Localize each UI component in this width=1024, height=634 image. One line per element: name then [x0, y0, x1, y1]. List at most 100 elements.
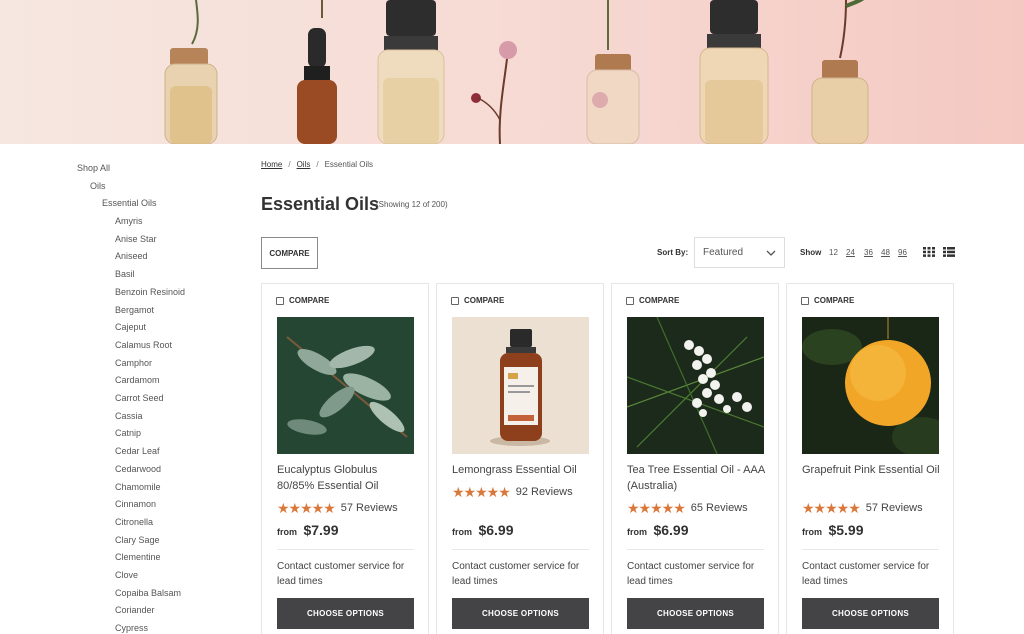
compare-label: COMPARE: [639, 296, 680, 305]
product-price: from $6.99: [452, 522, 514, 540]
lead-time-note: Contact customer service for lead times: [802, 561, 930, 587]
review-count[interactable]: 65 Reviews: [691, 502, 748, 514]
sidebar-item-camphor[interactable]: Camphor: [115, 358, 152, 368]
compare-checkbox[interactable]: COMPARE: [276, 296, 329, 305]
show-option-96[interactable]: 96: [898, 248, 907, 257]
divider: [452, 549, 589, 550]
product-name[interactable]: Grapefruit Pink Essential Oil: [802, 462, 942, 478]
grapefruit-image: [802, 317, 939, 454]
lead-time-note: Contact customer service for lead times: [627, 561, 755, 587]
star-rating-icon: ★★★★★: [452, 484, 511, 500]
sidebar-item-amyris[interactable]: Amyris: [115, 216, 143, 226]
choose-options-button[interactable]: CHOOSE OPTIONS: [627, 598, 764, 629]
show-option-36[interactable]: 36: [864, 248, 873, 257]
product-name[interactable]: Tea Tree Essential Oil - AAA (Australia): [627, 462, 767, 494]
product-rating: ★★★★★ 65 Reviews: [627, 501, 748, 515]
compare-checkbox[interactable]: COMPARE: [801, 296, 854, 305]
bottle-illustration: [377, 0, 445, 144]
sidebar-item-coriander[interactable]: Coriander: [115, 605, 155, 615]
product-name[interactable]: Lemongrass Essential Oil: [452, 462, 592, 478]
sidebar-item-oils[interactable]: Oils: [90, 181, 106, 191]
sidebar-item-essential-oils[interactable]: Essential Oils: [102, 198, 157, 208]
price-amount: $6.99: [478, 522, 514, 538]
compare-label: COMPARE: [814, 296, 855, 305]
sort-selected-value: Featured: [703, 247, 744, 258]
sidebar-item-cassia[interactable]: Cassia: [115, 411, 143, 421]
tea-tree-flowers-image: [627, 317, 764, 454]
sidebar-item-carrot-seed[interactable]: Carrot Seed: [115, 393, 164, 403]
bottle-illustration: [699, 0, 769, 144]
product-image-lemongrass[interactable]: [452, 317, 589, 454]
checkbox-icon[interactable]: [276, 296, 284, 305]
show-option-48[interactable]: 48: [881, 248, 890, 257]
result-count: (Showing 12 of 200): [376, 200, 448, 209]
product-card: COMPARE Grapefruit Pink Essential Oil ★★…: [786, 283, 954, 634]
sidebar-item-benzoin-resinoid[interactable]: Benzoin Resinoid: [115, 287, 185, 297]
divider: [802, 549, 939, 550]
sidebar-item-catnip[interactable]: Catnip: [115, 428, 141, 438]
compare-button[interactable]: COMPARE: [261, 237, 318, 269]
compare-checkbox[interactable]: COMPARE: [626, 296, 679, 305]
sidebar-item-cypress[interactable]: Cypress: [115, 623, 148, 633]
price-amount: $6.99: [653, 522, 689, 538]
product-price: from $7.99: [277, 522, 339, 540]
sidebar-item-copaiba-balsam[interactable]: Copaiba Balsam: [115, 588, 181, 598]
sidebar-item-clementine[interactable]: Clementine: [115, 552, 161, 562]
show-option-12[interactable]: 12: [829, 248, 838, 257]
choose-options-button[interactable]: CHOOSE OPTIONS: [277, 598, 414, 629]
sidebar-item-anise-star[interactable]: Anise Star: [115, 234, 157, 244]
oil-bottles-illustration: [164, 0, 869, 144]
sidebar-item-chamomile[interactable]: Chamomile: [115, 482, 161, 492]
review-count[interactable]: 92 Reviews: [516, 486, 573, 498]
product-image-grapefruit[interactable]: [802, 317, 939, 454]
grid-view-icon[interactable]: [923, 247, 935, 257]
sidebar-item-clove[interactable]: Clove: [115, 570, 138, 580]
show-option-24[interactable]: 24: [846, 248, 855, 257]
checkbox-icon[interactable]: [626, 296, 634, 305]
breadcrumb-home[interactable]: Home: [261, 160, 282, 169]
sidebar-item-basil[interactable]: Basil: [115, 269, 135, 279]
price-prefix: from: [452, 527, 472, 537]
product-rating: ★★★★★ 57 Reviews: [802, 501, 923, 515]
price-amount: $7.99: [303, 522, 339, 538]
sidebar-item-aniseed[interactable]: Aniseed: [115, 251, 148, 261]
list-view-icon[interactable]: [943, 247, 955, 257]
bottle-illustration: [811, 60, 869, 144]
breadcrumb: Home / Oils / Essential Oils: [261, 160, 373, 169]
breadcrumb-separator: /: [288, 160, 291, 169]
sort-select[interactable]: Featured: [694, 237, 785, 268]
price-prefix: from: [277, 527, 297, 537]
product-card: COMPARE Lemongrass Essential Oil ★★★★★ 9…: [436, 283, 604, 634]
divider: [277, 549, 414, 550]
sidebar-item-calamus-root[interactable]: Calamus Root: [115, 340, 172, 350]
checkbox-icon[interactable]: [801, 296, 809, 305]
review-count[interactable]: 57 Reviews: [866, 502, 923, 514]
sidebar-item-cinnamon[interactable]: Cinnamon: [115, 499, 156, 509]
sidebar-item-clary-sage[interactable]: Clary Sage: [115, 535, 160, 545]
choose-options-button[interactable]: CHOOSE OPTIONS: [802, 598, 939, 629]
compare-checkbox[interactable]: COMPARE: [451, 296, 504, 305]
bottle-illustration: [297, 28, 337, 144]
compare-label: COMPARE: [464, 296, 505, 305]
star-rating-icon: ★★★★★: [627, 500, 686, 516]
sidebar-item-cajeput[interactable]: Cajeput: [115, 322, 146, 332]
breadcrumb-oils[interactable]: Oils: [297, 160, 311, 169]
price-amount: $5.99: [828, 522, 864, 538]
breadcrumb-separator: /: [316, 160, 319, 169]
choose-options-button[interactable]: CHOOSE OPTIONS: [452, 598, 589, 629]
sidebar-item-bergamot[interactable]: Bergamot: [115, 305, 154, 315]
sidebar-item-cedarwood[interactable]: Cedarwood: [115, 464, 161, 474]
sidebar-item-shop-all[interactable]: Shop All: [77, 163, 110, 173]
checkbox-icon[interactable]: [451, 296, 459, 305]
product-rating: ★★★★★ 92 Reviews: [452, 485, 573, 499]
review-count[interactable]: 57 Reviews: [341, 502, 398, 514]
product-image-eucalyptus[interactable]: [277, 317, 414, 454]
lead-time-note: Contact customer service for lead times: [277, 561, 405, 587]
eucalyptus-leaves-image: [277, 317, 414, 454]
compare-label: COMPARE: [289, 296, 330, 305]
sidebar-item-cedar-leaf[interactable]: Cedar Leaf: [115, 446, 160, 456]
sidebar-item-citronella[interactable]: Citronella: [115, 517, 153, 527]
product-name[interactable]: Eucalyptus Globulus 80/85% Essential Oil: [277, 462, 417, 494]
sidebar-item-cardamom[interactable]: Cardamom: [115, 375, 160, 385]
product-image-tea-tree[interactable]: [627, 317, 764, 454]
